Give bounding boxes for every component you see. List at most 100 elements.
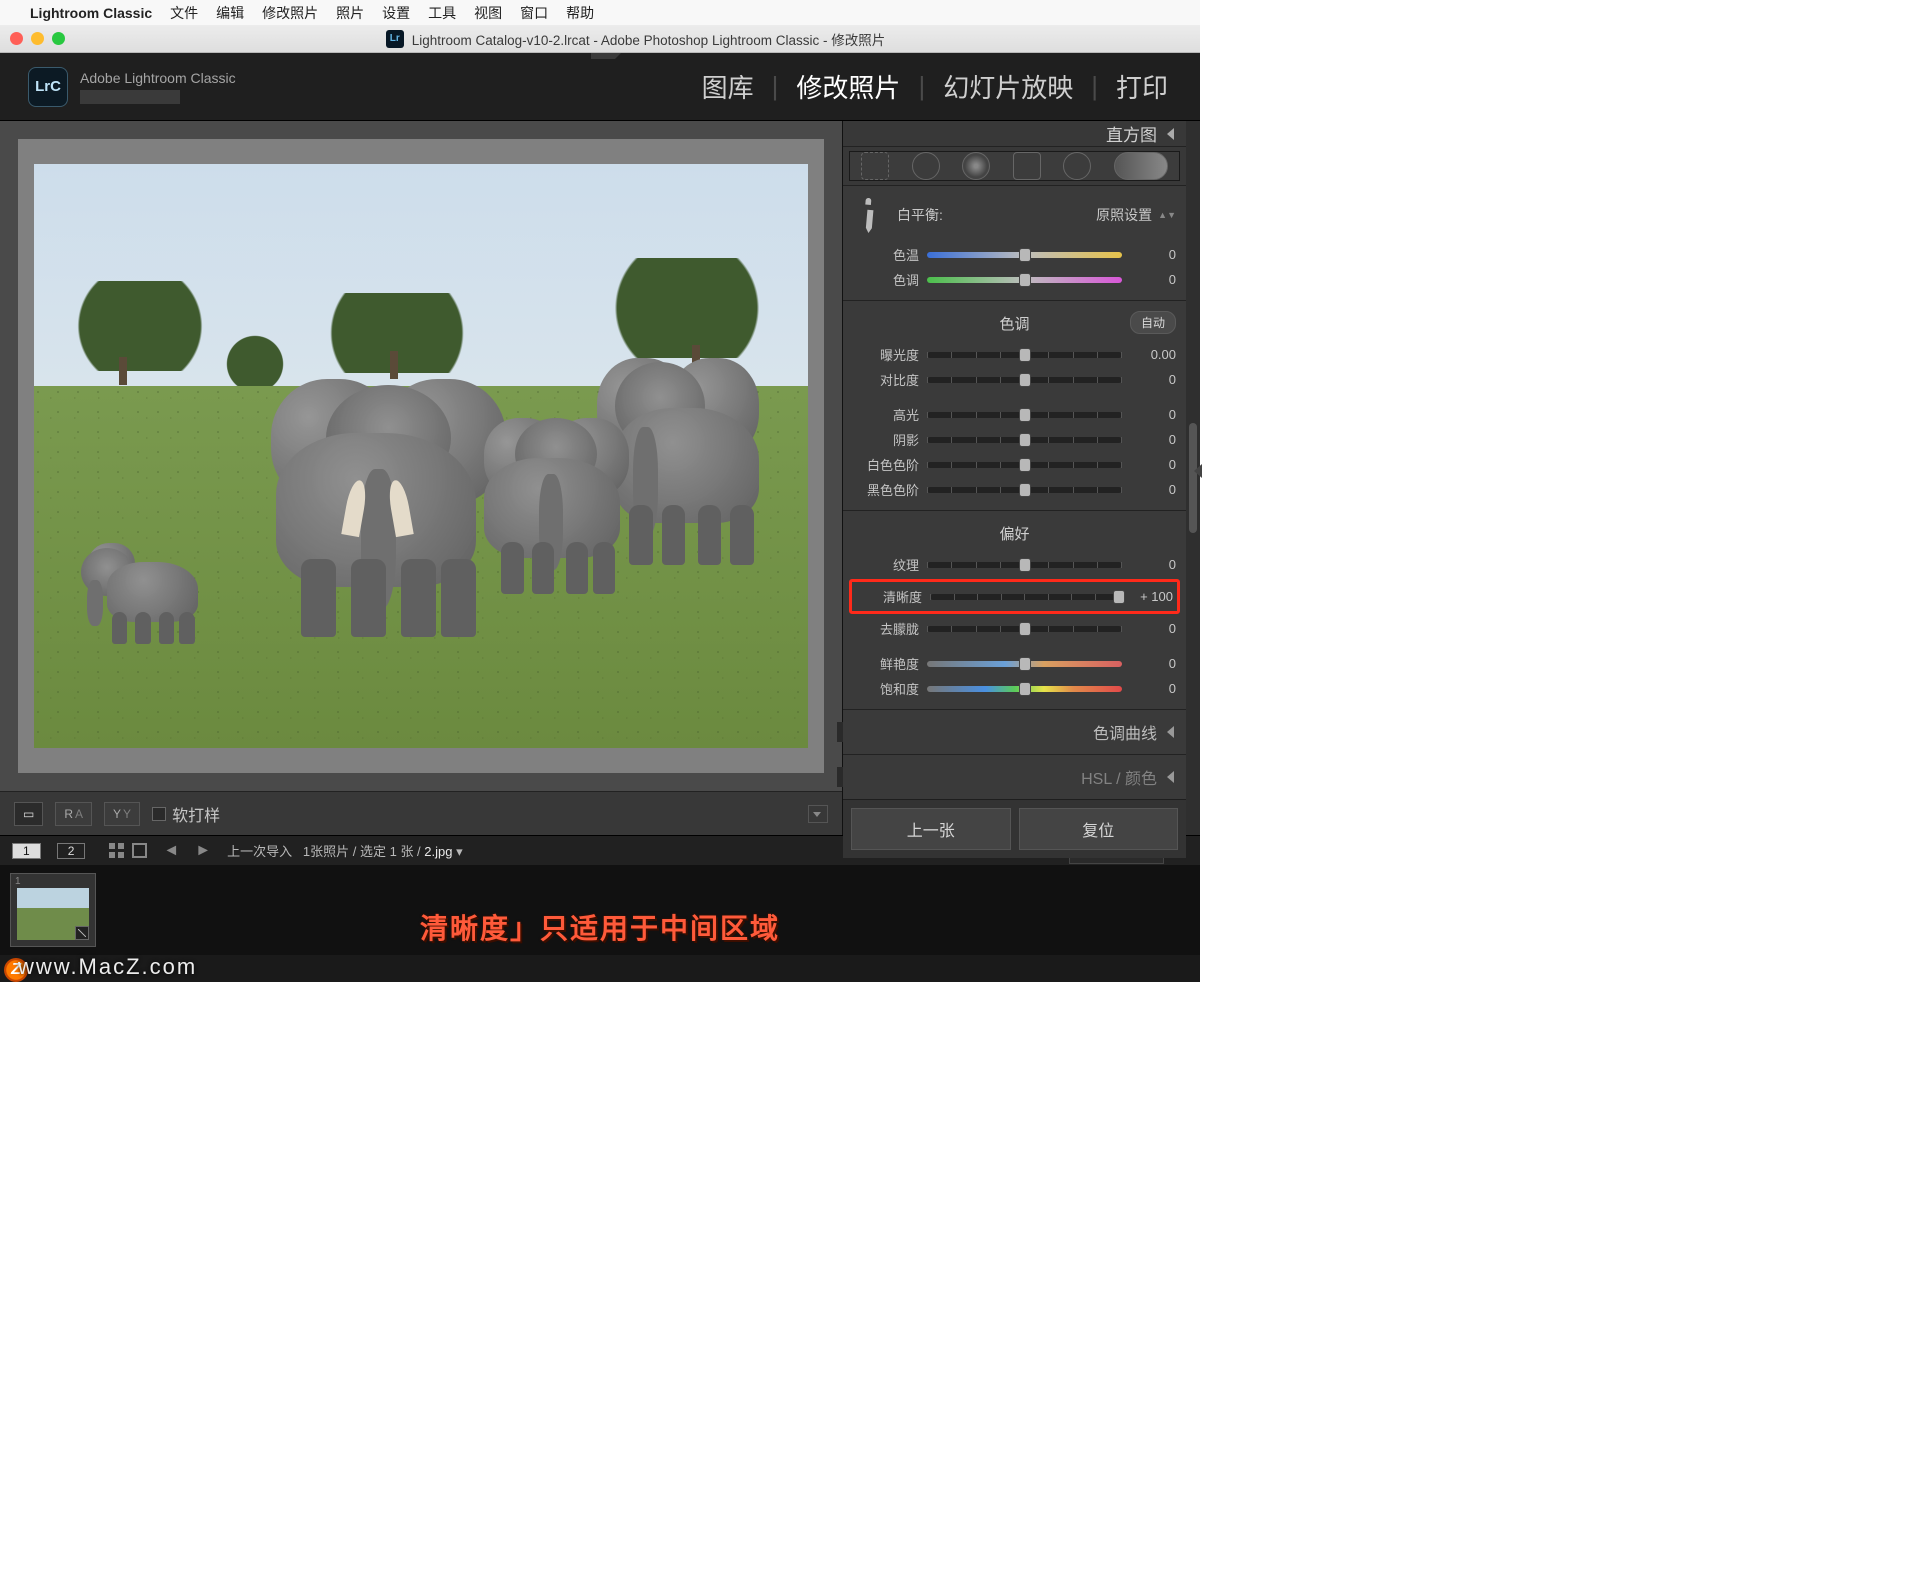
slider-highlights[interactable]: 高光0 [853,402,1176,427]
menubar-app-name[interactable]: Lightroom Classic [30,5,152,21]
collapse-icon[interactable] [1167,128,1174,140]
menu-view[interactable]: 视图 [474,3,502,23]
view-compare-button[interactable]: RA [55,802,92,826]
prev-photo-button[interactable]: 上一张 [851,808,1011,850]
wb-preset-select[interactable]: 原照设置 ▲▼ [1096,205,1176,225]
menu-settings[interactable]: 设置 [382,3,410,23]
thumbnail[interactable]: 1 [10,873,96,947]
filmstrip[interactable]: 1 清晰度」只适用于中间区域 [0,865,1200,955]
app-name: Adobe Lightroom Classic [80,70,236,86]
eyedropper-icon[interactable] [846,191,894,239]
grid-view-icon[interactable] [109,843,124,858]
slider-shadows[interactable]: 阴影0 [853,427,1176,452]
histogram-label: 直方图 [1106,121,1157,146]
mac-menubar: Lightroom Classic 文件 编辑 修改照片 照片 设置 工具 视图… [0,0,1200,25]
menu-help[interactable]: 帮助 [566,3,594,23]
slider-tint[interactable]: 色调 0 [853,267,1176,292]
panel-scrollbar[interactable] [1186,121,1200,835]
slider-exposure[interactable]: 曝光度0.00 [853,342,1176,367]
collapse-icon [1167,726,1174,738]
slider-temp[interactable]: 色温 0 [853,242,1176,267]
dropdown-icon: ▲▼ [1158,212,1176,218]
module-picker: 图库 | 修改照片 | 幻灯片放映 | 打印 [698,68,1172,105]
menu-develop[interactable]: 修改照片 [262,3,318,23]
nav-forward-icon[interactable]: ► [195,842,211,860]
screen-1-button[interactable]: 1 [12,843,41,859]
presence-title: 偏好 [999,526,1029,543]
slider-blacks[interactable]: 黑色色阶0 [853,477,1176,502]
tool-strip [849,151,1180,181]
spot-tool-icon[interactable] [912,152,940,180]
wb-section: 白平衡: 原照设置 ▲▼ 色温 0 色调 0 [843,185,1186,300]
panel-nav: 上一张 复位 [843,799,1186,858]
module-develop[interactable]: 修改照片 [792,68,904,105]
hsl-header[interactable]: HSL / 颜色 [843,754,1186,799]
app-identity: LrC Adobe Lightroom Classic [28,67,236,107]
current-file: 2.jpg [424,844,452,859]
histogram-header[interactable]: 直方图 [843,121,1186,147]
module-library[interactable]: 图库 [698,68,758,105]
softproof-label: 软打样 [172,802,220,826]
main-area: ▭ RA YY 软打样 直方图 [0,121,1200,835]
view-before-after-button[interactable]: YY [104,802,140,826]
window-minimize[interactable] [31,32,44,45]
develop-panel: 直方图 白平衡: [842,121,1200,835]
lrc-badge-icon: Lr [386,30,404,48]
slider-saturation[interactable]: 饱和度0 [853,676,1176,701]
app-header: LrC Adobe Lightroom Classic 图库 | 修改照片 | … [0,53,1200,121]
softproof-toggle[interactable]: 软打样 [152,802,220,826]
slider-clarity[interactable]: 清晰度+ 100 [856,584,1173,609]
slider-texture[interactable]: 纹理0 [853,552,1176,577]
redeye-tool-icon[interactable] [962,152,990,180]
slider-whites[interactable]: 白色色阶0 [853,452,1176,477]
develop-badge-icon[interactable] [75,926,89,940]
window-close[interactable] [10,32,23,45]
graduated-tool-icon[interactable] [1013,152,1041,180]
toolbar-menu-button[interactable] [808,805,828,823]
lrc-logo-icon: LrC [28,67,68,107]
window-maximize[interactable] [52,32,65,45]
presence-section: 偏好 纹理0 清晰度+ 100 去朦胧0 鲜艳度0 饱和度0 [843,510,1186,709]
screen-2-button[interactable]: 2 [57,843,86,859]
annotation-caption: 清晰度」只适用于中间区域 [420,907,780,947]
traffic-lights [10,32,65,45]
module-slideshow[interactable]: 幻灯片放映 [939,68,1077,105]
photo-content [34,164,808,747]
identity-plate[interactable] [80,90,180,104]
menu-file[interactable]: 文件 [170,3,198,23]
slider-contrast[interactable]: 对比度0 [853,367,1176,392]
canvas-area: ▭ RA YY 软打样 [0,121,842,835]
radial-tool-icon[interactable] [1063,152,1091,180]
reset-button[interactable]: 复位 [1019,808,1179,850]
watermark-text: www.MacZ.com [18,954,197,980]
menu-edit[interactable]: 编辑 [216,3,244,23]
source-label[interactable]: 上一次导入 [227,844,292,859]
window-titlebar: Lr Lightroom Catalog-v10-2.lrcat - Adobe… [0,25,1200,53]
menu-window[interactable]: 窗口 [520,3,548,23]
menu-tools[interactable]: 工具 [428,3,456,23]
checkbox-icon[interactable] [152,807,166,821]
slider-dehaze[interactable]: 去朦胧0 [853,616,1176,641]
nav-back-icon[interactable]: ◄ [163,842,179,860]
right-panel-toggle-icon[interactable] [1194,464,1202,478]
photo-canvas[interactable] [18,139,824,773]
tone-title: 色调 [999,316,1029,333]
tone-section: 色调 自动 曝光度0.00 对比度0 高光0 阴影0 白色色阶0 黑色色阶0 [843,300,1186,510]
module-print[interactable]: 打印 [1112,68,1172,105]
crop-tool-icon[interactable] [861,152,889,180]
window-title: Lightroom Catalog-v10-2.lrcat - Adobe Ph… [412,29,885,49]
wb-label: 白平衡: [897,205,1086,225]
count-label: 1张照片 / 选定 1 张 / [303,844,421,859]
view-loupe-button[interactable]: ▭ [14,802,43,826]
brush-tool-icon[interactable] [1114,152,1168,180]
collapse-icon [1167,771,1174,783]
slider-vibrance[interactable]: 鲜艳度0 [853,651,1176,676]
thumb-index: 1 [15,876,21,887]
tone-curve-header[interactable]: 色调曲线 [843,709,1186,754]
menu-photo[interactable]: 照片 [336,3,364,23]
panel-grip-icon[interactable] [591,53,609,59]
loupe-view-icon[interactable] [132,843,147,858]
auto-tone-button[interactable]: 自动 [1130,311,1176,334]
canvas-toolbar: ▭ RA YY 软打样 [0,791,842,835]
clarity-highlight: 清晰度+ 100 [849,579,1180,614]
